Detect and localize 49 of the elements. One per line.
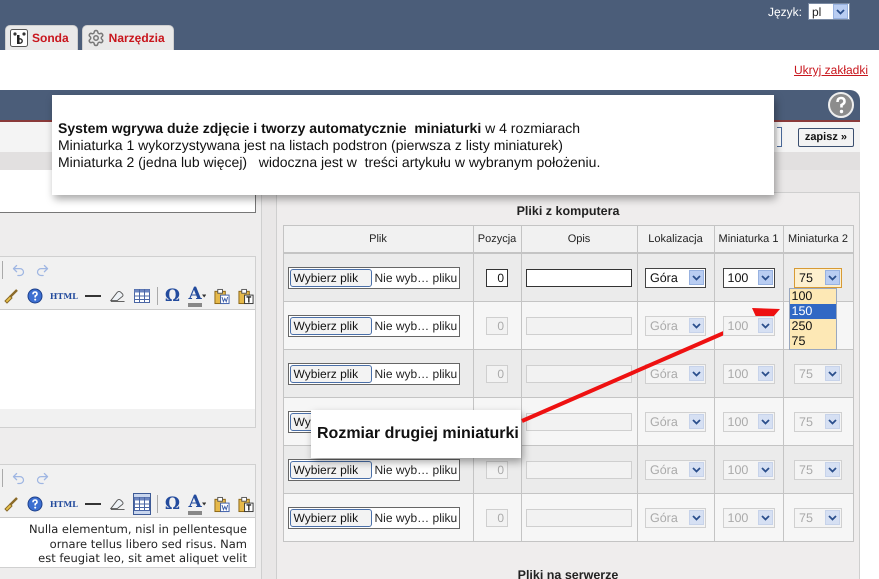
letters-icon bbox=[10, 29, 28, 47]
column-header: Miniaturka 1 bbox=[714, 226, 784, 254]
table-icon[interactable] bbox=[132, 493, 151, 515]
file-status-text: Nie wyb… pliku bbox=[374, 318, 458, 332]
dropdown-option[interactable]: 250 bbox=[790, 319, 836, 334]
html-button[interactable]: HTML bbox=[50, 285, 78, 307]
dropdown-option[interactable]: 75 bbox=[790, 334, 836, 349]
choose-file-button[interactable]: Wybierz plik bbox=[290, 268, 372, 286]
column-header: Plik bbox=[284, 226, 474, 254]
dropdown-option[interactable]: 100 bbox=[790, 289, 836, 304]
caret-icon bbox=[202, 502, 206, 506]
location-select[interactable]: Góra bbox=[645, 268, 706, 288]
editor-text-line: est feugiat leo, sit amet aliquet velit bbox=[38, 551, 247, 566]
file-status-text: Nie wyb… pliku bbox=[374, 366, 458, 380]
gear-icon bbox=[86, 29, 105, 47]
hide-tabs-link[interactable]: Ukryj zakładki bbox=[794, 63, 868, 77]
column-header: Pozycja bbox=[474, 226, 522, 254]
callout-text: Miniaturka 1 wykorzystywana jest na listach podstron (pierwsza z listy miniaturek) bbox=[58, 136, 564, 154]
tab-label: Sonda bbox=[32, 31, 69, 45]
callout-text: Rozmiar drugiej miniaturki bbox=[317, 425, 520, 443]
help-icon[interactable] bbox=[828, 92, 854, 118]
editor-area[interactable]: Nulla elementum, nisl in pellentesque ornare tellus libero sed risus. Nam est feugiat leo, sit amet aliquet velit bbox=[0, 517, 255, 567]
file-status-text: Nie wyb… pliku bbox=[374, 510, 458, 524]
editor-text-line: ornare tellus libero sed risus. Nam bbox=[50, 536, 247, 551]
dropdown-option[interactable]: 150 bbox=[790, 304, 836, 319]
column-header: Lokalizacja bbox=[638, 226, 714, 254]
editor-text-line: Nulla elementum, nisl in pellentesque bbox=[28, 522, 247, 536]
file-status-text: Nie wyb… pliku bbox=[374, 462, 458, 476]
save-button[interactable]: zapisz » bbox=[798, 128, 854, 146]
caret-icon bbox=[202, 294, 206, 298]
thumbnail-size-select[interactable]: 100 bbox=[722, 268, 774, 288]
tab[interactable]: Sonda bbox=[5, 25, 78, 50]
language-label: Język: bbox=[768, 4, 802, 18]
column-header: Opis bbox=[522, 226, 638, 254]
position-field[interactable]: 0 bbox=[486, 268, 508, 286]
special-character-button[interactable]: Ω bbox=[163, 285, 182, 307]
column-header: Miniaturka 2 bbox=[784, 226, 854, 254]
file-status-text: Nie wyb… pliku bbox=[374, 270, 458, 284]
callout-text: System wgrywa duże zdjęcie i tworzy automatycznie miniaturki w 4 rozmiarach bbox=[58, 120, 582, 136]
callout-text: Miniaturka 2 (jedna lub więcej) widoczna jest w treści artykułu w wybranym położeniu. bbox=[58, 154, 602, 170]
language-select[interactable]: pl bbox=[808, 3, 850, 20]
section-title: Pliki z komputera bbox=[516, 203, 620, 220]
description-field[interactable] bbox=[526, 268, 632, 286]
special-character-button[interactable]: Ω bbox=[163, 493, 182, 515]
html-button[interactable]: HTML bbox=[50, 493, 78, 515]
section-title: Pliki na serwerze bbox=[518, 567, 618, 579]
thumbnail-size-select[interactable]: 75 bbox=[794, 268, 842, 288]
tab[interactable]: Narzędzia bbox=[82, 25, 174, 50]
tab-label: Narzędzia bbox=[108, 31, 165, 45]
